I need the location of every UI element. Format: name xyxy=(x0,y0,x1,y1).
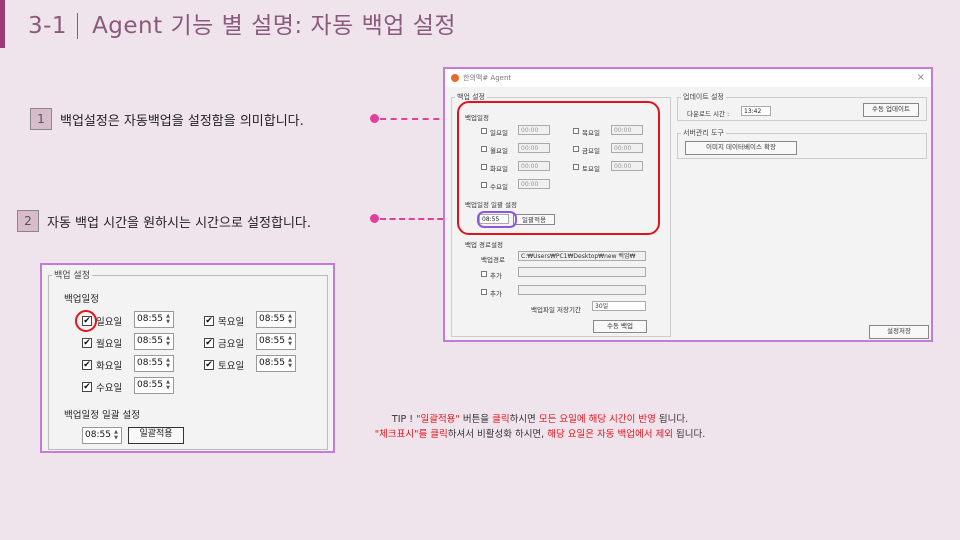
zoom-label-sunday: 일요일 xyxy=(96,317,123,328)
manual-update-button[interactable]: 수동 업데이트 xyxy=(863,103,919,117)
tip-text: TIP ! "일괄적용" 버튼을 클릭하시면 모든 요일에 해당 시간이 반영 … xyxy=(330,412,750,442)
step-2: 2 자동 백업 시간을 원하시는 시간으로 설정합니다. xyxy=(17,210,311,232)
zoom-checkbox-friday[interactable]: ✔ xyxy=(204,338,214,348)
checkbox-add-2[interactable] xyxy=(481,289,487,295)
zoom-time-monday[interactable]: 08:55 ▲ ▼ xyxy=(134,333,174,350)
tip-t4: 됩니다. xyxy=(658,414,689,425)
accent-bar xyxy=(0,0,5,48)
add-path-input-2[interactable] xyxy=(518,285,646,295)
zoom-time-sunday-value: 08:55 xyxy=(137,314,163,324)
spin-icon[interactable]: ▲ ▼ xyxy=(286,357,294,370)
zoom-time-wednesday[interactable]: 08:55 ▲ ▼ xyxy=(134,377,174,394)
spin-icon[interactable]: ▲ ▼ xyxy=(164,313,172,326)
connector-line-1 xyxy=(380,118,450,120)
spin-icon[interactable]: ▲ ▼ xyxy=(286,313,294,326)
zoom-label-wednesday: 수요일 xyxy=(96,383,123,394)
zoom-time-thursday[interactable]: 08:55 ▲ ▼ xyxy=(256,311,296,328)
window-title: 한의맥# Agent xyxy=(463,74,512,82)
path-label: 백업경로 xyxy=(481,256,505,264)
tip-prefix: TIP ! xyxy=(391,414,414,425)
zoom-checkbox-monday[interactable]: ✔ xyxy=(82,338,92,348)
download-time-label: 다운로드 시간 : xyxy=(687,110,730,118)
tip-t3: 하시면 xyxy=(509,414,536,425)
zoom-batch-time-value: 08:55 xyxy=(85,430,111,440)
add-path-input-1[interactable] xyxy=(518,267,646,277)
zoom-panel: 백업 설정 백업일정 ✔ 일요일 08:55 ▲ ▼ ✔ 월요일 08:55 ▲ ▼ ✔… xyxy=(40,263,335,453)
connector-dot-2 xyxy=(370,214,379,223)
zoom-label-saturday: 토요일 xyxy=(218,361,245,372)
zoom-label-friday: 금요일 xyxy=(218,339,245,350)
tip-t2: 클릭 xyxy=(492,414,510,425)
spin-icon[interactable]: ▲ ▼ xyxy=(164,357,172,370)
spin-icon[interactable]: ▲ ▼ xyxy=(164,335,172,348)
zoom-group-label: 백업 설정 xyxy=(52,268,92,281)
zoom-time-monday-value: 08:55 xyxy=(137,336,163,346)
step-2-text: 자동 백업 시간을 원하시는 시간으로 설정합니다. xyxy=(47,215,311,231)
zoom-checkbox-wednesday[interactable]: ✔ xyxy=(82,382,92,392)
zoom-time-friday[interactable]: 08:55 ▲ ▼ xyxy=(256,333,296,350)
highlight-checkbox-circle xyxy=(75,310,97,332)
zoom-time-saturday-value: 08:55 xyxy=(259,358,285,368)
zoom-checkbox-tuesday[interactable]: ✔ xyxy=(82,360,92,370)
download-time[interactable]: 13:42 xyxy=(741,106,771,116)
server-group-label: 서버관리 도구 xyxy=(681,128,726,138)
window-titlebar: 한의맥# Agent × xyxy=(445,69,931,87)
zoom-batch-time[interactable]: 08:55 ▲ ▼ xyxy=(82,427,122,444)
spin-icon[interactable]: ▲ ▼ xyxy=(112,429,120,442)
save-settings-button[interactable]: 설정저장 xyxy=(869,325,929,339)
tip-t5: 클릭 xyxy=(430,429,448,440)
path-group-label: 백업 경로설정 xyxy=(465,241,503,249)
zoom-label-monday: 월요일 xyxy=(96,339,123,350)
zoom-schedule-label: 백업일정 xyxy=(64,294,99,305)
zoom-batch-apply-button[interactable]: 일괄적용 xyxy=(128,427,184,444)
app-icon xyxy=(451,74,459,82)
tip-t1: 버튼을 xyxy=(462,414,490,425)
checkbox-add-1[interactable] xyxy=(481,271,487,277)
zoom-time-thursday-value: 08:55 xyxy=(259,314,285,324)
connector-dot-1 xyxy=(370,114,379,123)
slide-number: 3-1 xyxy=(28,13,79,39)
tip-t7: 됩니다. xyxy=(675,429,706,440)
zoom-batch-label: 백업일정 일괄 설정 xyxy=(64,410,140,421)
add-label-2: 추가 xyxy=(490,290,502,298)
spin-icon[interactable]: ▲ ▼ xyxy=(164,379,172,392)
highlight-batch-time xyxy=(477,211,517,228)
step-1: 1 백업설정은 자동백업을 설정함을 의미합니다. xyxy=(30,108,304,130)
tip-t6: 하셔서 비활성화 하시면, xyxy=(447,429,545,440)
zoom-time-tuesday-value: 08:55 xyxy=(137,358,163,368)
zoom-label-tuesday: 화요일 xyxy=(96,361,123,372)
zoom-time-wednesday-value: 08:55 xyxy=(137,380,163,390)
update-group-label: 업데이트 설정 xyxy=(681,92,726,102)
tip-red-1: 모든 요일에 해당 시간이 반영 xyxy=(538,414,656,425)
tip-quote-2: "체크표시"를 xyxy=(374,429,428,440)
zoom-label-thursday: 목요일 xyxy=(218,317,245,328)
spin-icon[interactable]: ▲ ▼ xyxy=(286,335,294,348)
image-db-button[interactable]: 이미지 데이터베이스 확장 xyxy=(685,141,797,155)
slide-title: 3-1 Agent 기능 별 설명: 자동 백업 설정 xyxy=(28,6,456,40)
agent-window: 한의맥# Agent × 백업 설정 백업일정 일요일 00:00 월요일 00… xyxy=(443,67,933,342)
slide-title-text: Agent 기능 별 설명: 자동 백업 설정 xyxy=(92,13,457,39)
add-label-1: 추가 xyxy=(490,272,502,280)
zoom-time-friday-value: 08:55 xyxy=(259,336,285,346)
tip-quote-1: "일괄적용" xyxy=(416,414,460,425)
step-2-badge: 2 xyxy=(17,210,39,232)
zoom-checkbox-thursday[interactable]: ✔ xyxy=(204,316,214,326)
zoom-time-sunday[interactable]: 08:55 ▲ ▼ xyxy=(134,311,174,328)
step-1-text: 백업설정은 자동백업을 설정함을 의미합니다. xyxy=(60,113,304,129)
retention-select[interactable]: 30일 xyxy=(592,301,646,311)
step-1-badge: 1 xyxy=(30,108,52,130)
zoom-time-saturday[interactable]: 08:55 ▲ ▼ xyxy=(256,355,296,372)
close-icon[interactable]: × xyxy=(917,72,925,83)
zoom-time-tuesday[interactable]: 08:55 ▲ ▼ xyxy=(134,355,174,372)
zoom-checkbox-saturday[interactable]: ✔ xyxy=(204,360,214,370)
path-input[interactable]: C:₩Users₩PC1₩Desktop₩new 백업₩ xyxy=(518,251,646,261)
manual-backup-button[interactable]: 수동 백업 xyxy=(593,320,647,333)
tip-red-2: 해당 요일은 자동 백업에서 제외 xyxy=(547,429,673,440)
retention-label: 백업파일 저장기간 xyxy=(531,306,581,314)
